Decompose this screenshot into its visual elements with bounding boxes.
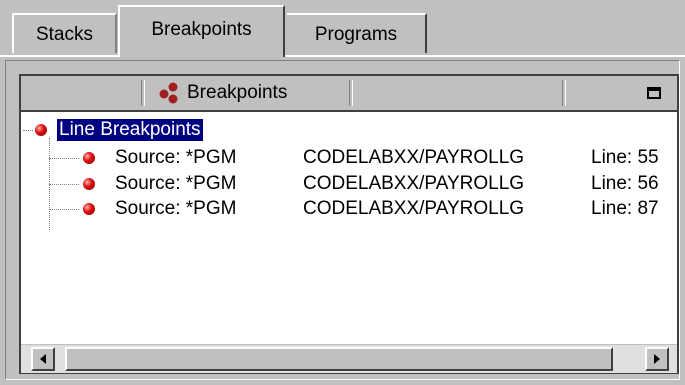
breakpoints-tree: Line Breakpoints Source: *PGM CODELABXX/… [21, 112, 677, 330]
view-header: Breakpoints [21, 76, 677, 112]
tab-stacks[interactable]: Stacks [12, 13, 117, 53]
view-title-label: Breakpoints [187, 82, 288, 103]
tree-item[interactable]: Source: *PGM CODELABXX/PAYROLLG Line: 55 [21, 145, 677, 171]
scrollbar-thumb[interactable] [65, 347, 613, 371]
tab-programs[interactable]: Programs [287, 13, 427, 53]
arrow-left-icon [40, 354, 46, 364]
tree-root-label: Line Breakpoints [57, 119, 203, 141]
breakpoint-icon [83, 178, 95, 190]
breakpoint-line: Line: 55 [591, 147, 659, 168]
breakpoint-source: Source: *PGM [115, 173, 237, 194]
breakpoint-line: Line: 56 [591, 173, 659, 194]
tree-root-line-breakpoints[interactable]: Line Breakpoints [35, 117, 203, 143]
view-title: Breakpoints [159, 76, 287, 110]
tab-bar: Stacks Breakpoints Programs [0, 0, 685, 57]
header-separator [349, 80, 353, 106]
breakpoint-icon [83, 203, 95, 215]
breakpoint-source: Source: *PGM [115, 198, 237, 219]
scroll-left-button[interactable] [31, 347, 55, 371]
breakpoint-line: Line: 87 [591, 198, 659, 219]
tree-connector [23, 130, 33, 131]
maximize-icon[interactable] [647, 87, 661, 99]
breakpoint-icon [35, 124, 47, 136]
breakpoints-view: Breakpoints Line Breakpoints Source: *PG… [19, 74, 679, 374]
tab-underline [0, 55, 685, 57]
arrow-right-icon [654, 354, 660, 364]
tree-item[interactable]: Source: *PGM CODELABXX/PAYROLLG Line: 56 [21, 171, 677, 197]
breakpoints-cluster-icon [159, 82, 178, 104]
header-separator [141, 80, 145, 106]
breakpoint-icon [83, 152, 95, 164]
horizontal-scrollbar[interactable] [21, 344, 677, 373]
tab-breakpoints[interactable]: Breakpoints [118, 5, 285, 57]
breakpoint-program-path: CODELABXX/PAYROLLG [303, 173, 525, 194]
header-separator [562, 80, 566, 106]
tree-item[interactable]: Source: *PGM CODELABXX/PAYROLLG Line: 87 [21, 196, 677, 222]
breakpoint-source: Source: *PGM [115, 147, 237, 168]
breakpoint-program-path: CODELABXX/PAYROLLG [303, 147, 525, 168]
breakpoint-program-path: CODELABXX/PAYROLLG [303, 198, 525, 219]
scroll-right-button[interactable] [645, 347, 669, 371]
